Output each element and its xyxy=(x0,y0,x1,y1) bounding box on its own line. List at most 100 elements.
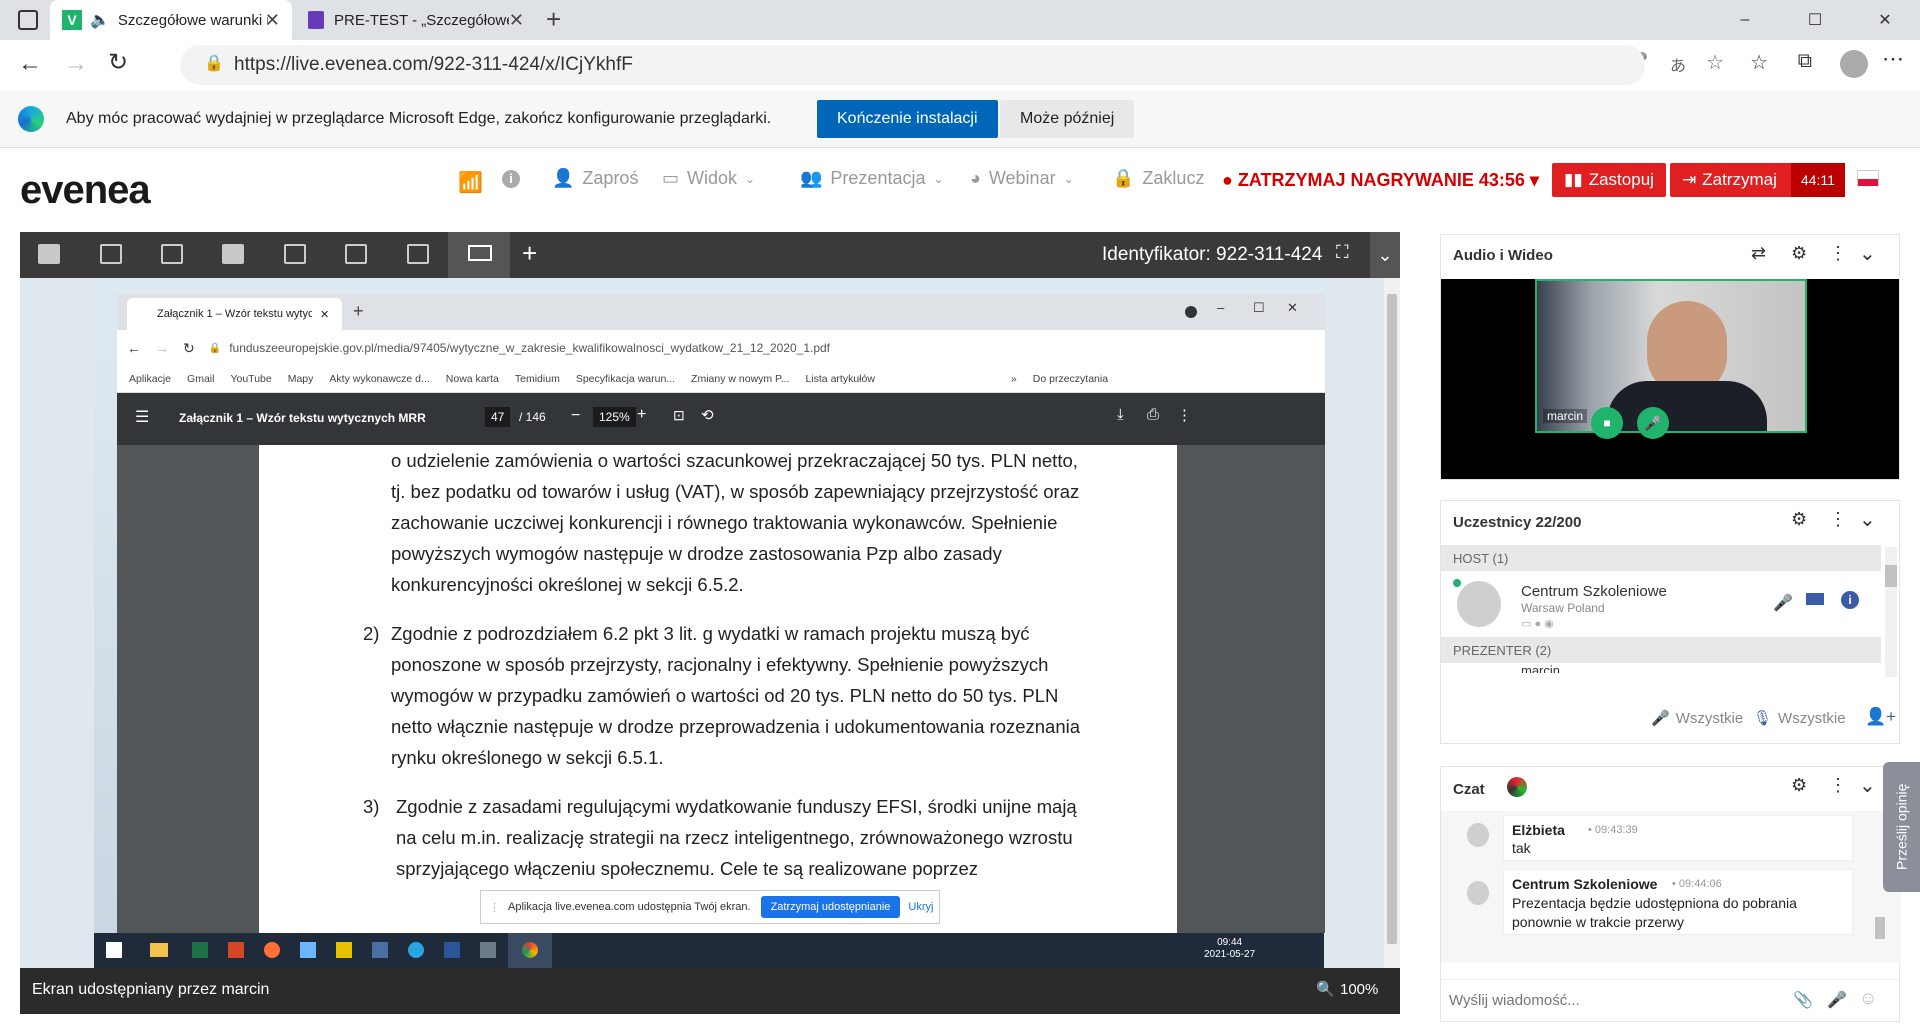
stage-scrollbar[interactable] xyxy=(1384,278,1400,968)
image-icon[interactable] xyxy=(284,244,306,264)
fullscreen-icon[interactable]: ⛶ xyxy=(1336,242,1349,263)
info-icon[interactable]: i xyxy=(502,170,520,188)
chevron-down-icon[interactable]: ⌄ xyxy=(1859,507,1876,532)
mute-all-button[interactable]: 🎤 Wszystkie xyxy=(1651,709,1744,728)
chevron-down-icon[interactable]: ⌄ xyxy=(1859,241,1876,266)
zoom-icon[interactable]: 🔍 xyxy=(1316,980,1335,998)
taskbar-clock: 09:44 2021-05-27 xyxy=(1204,937,1255,961)
more-icon[interactable]: ⋯ xyxy=(1882,46,1904,72)
bookmark: YouTube xyxy=(230,373,272,385)
presentation-menu[interactable]: 👥 Prezentacja ⌄ xyxy=(800,168,944,189)
banner-text: Aby móc pracować wydajniej w przeglądarc… xyxy=(66,110,772,127)
profile-avatar[interactable] xyxy=(1840,50,1868,78)
emoji-icon[interactable]: ☺ xyxy=(1859,988,1877,1009)
close-tab-icon[interactable]: ✕ xyxy=(509,10,524,31)
invite-menu[interactable]: 👤 Zaproś xyxy=(552,168,638,189)
emoji-status-icon[interactable] xyxy=(1507,777,1527,797)
mute-all-label: Wszystkie xyxy=(1675,709,1744,727)
add-slide-icon[interactable]: + xyxy=(522,238,537,269)
language-flag-pl[interactable] xyxy=(1857,170,1879,186)
online-indicator xyxy=(1453,579,1461,587)
finish-setup-button[interactable]: Kończenie instalacji xyxy=(817,100,998,138)
participant-row[interactable]: marcin xyxy=(1441,663,1881,673)
stop-session-button[interactable]: ⇥ Zatrzymaj 44:11 xyxy=(1670,163,1845,197)
favorite-add-icon[interactable]: ☆ xyxy=(1706,50,1724,75)
shared-by-label: Ekran udostępniany przez marcin xyxy=(32,981,270,998)
powerpoint-icon xyxy=(228,942,244,958)
back-icon[interactable]: ← xyxy=(18,50,42,78)
url-text: https://live.evenea.com/922-311-424/x/IC… xyxy=(234,54,633,75)
ppt-icon[interactable] xyxy=(38,244,60,264)
forward-icon[interactable]: → xyxy=(64,50,88,78)
webinar-menu[interactable]: ◕ Webinar ⌄ xyxy=(970,168,1074,189)
screen-share-tab[interactable] xyxy=(448,232,510,278)
mic-icon[interactable]: 🎤 xyxy=(1773,593,1793,613)
close-window-icon[interactable]: ✕ xyxy=(1850,10,1920,30)
stop-recording-button[interactable]: ● ZATRZYMAJ NAGRYWANIE 43:56 ▾ xyxy=(1222,170,1539,191)
bookmark: Temidium xyxy=(514,373,560,385)
chat-message-input[interactable] xyxy=(1449,984,1779,1016)
participants-scrollbar[interactable] xyxy=(1885,547,1897,677)
tab-evenea[interactable]: V 🔈 Szczegółowe warunki realiz ✕ xyxy=(50,0,292,40)
chevron-down-icon: ⌄ xyxy=(933,171,944,186)
favorites-icon[interactable]: ☆ xyxy=(1750,50,1768,75)
chevron-down-icon[interactable]: ⌄ xyxy=(1859,773,1876,798)
swap-icon[interactable]: ⇄ xyxy=(1751,243,1766,264)
monitor-icon xyxy=(468,245,492,261)
view-label: Widok xyxy=(687,168,738,188)
maybe-later-button[interactable]: Może później xyxy=(1000,100,1135,138)
image-icon[interactable] xyxy=(345,244,367,264)
device-icons: ▭ ● ◉ xyxy=(1521,618,1554,630)
presenter-body xyxy=(1607,381,1767,431)
speaker-icon[interactable]: 🔈 xyxy=(90,10,110,30)
host-section: HOST (1) xyxy=(1441,545,1881,571)
more-icon[interactable]: ⋮ xyxy=(1829,775,1847,796)
image-icon[interactable] xyxy=(161,244,183,264)
pdf-title: Załącznik 1 – Wzór tekstu wytycznych MRR xyxy=(179,411,426,425)
gear-icon[interactable]: ⚙ xyxy=(1791,509,1807,530)
minimize-icon[interactable]: – xyxy=(1710,11,1780,29)
scrollbar-thumb[interactable] xyxy=(1387,294,1397,944)
attach-icon[interactable]: 📎 xyxy=(1793,990,1813,1010)
message-time: • 09:44:06 xyxy=(1672,878,1722,890)
pdf-line: wymogów w przypadku zamówień o wartości … xyxy=(391,685,1059,706)
tab-actions-icon[interactable] xyxy=(18,10,38,30)
scrollbar-thumb[interactable] xyxy=(1885,565,1897,587)
lock-menu[interactable]: 🔒 Zaklucz xyxy=(1112,168,1204,189)
chevron-down-icon[interactable]: ⌄ xyxy=(1370,232,1400,278)
more-icon[interactable]: ⋮ xyxy=(1829,509,1847,530)
word-icon[interactable] xyxy=(222,244,244,264)
info-icon[interactable]: i xyxy=(1841,591,1859,609)
mic-toggle-icon[interactable]: 🎤 xyxy=(1637,407,1669,439)
gear-icon[interactable]: ⚙ xyxy=(1791,243,1807,264)
camera-icon[interactable] xyxy=(1806,593,1824,605)
new-tab-icon[interactable]: + xyxy=(546,4,561,35)
print-icon: ⎙ xyxy=(1147,406,1160,423)
url-field[interactable]: 🔒 https://live.evenea.com/922-311-424/x/… xyxy=(180,45,1645,85)
refresh-icon[interactable]: ↻ xyxy=(108,48,128,77)
lock-icon[interactable]: 🔒 xyxy=(204,53,224,73)
add-participant-icon[interactable]: 👤+ xyxy=(1865,707,1896,727)
bookmark: Mapy xyxy=(287,373,314,385)
scrollbar-thumb[interactable] xyxy=(1875,917,1885,939)
participant-row[interactable]: Centrum Szkoleniowe Warsaw Poland ▭ ● ◉ … xyxy=(1441,571,1881,637)
feedback-tab[interactable]: Prześlij opinię xyxy=(1883,762,1920,892)
image-icon[interactable] xyxy=(100,244,122,264)
more-icon[interactable]: ⋮ xyxy=(1829,243,1847,264)
maximize-icon[interactable]: ☐ xyxy=(1780,10,1850,30)
presenter-section: PREZENTER (2) xyxy=(1441,637,1881,663)
collections-icon[interactable]: ⧉ xyxy=(1798,50,1812,73)
camera-toggle-icon[interactable]: ■ xyxy=(1591,407,1623,439)
presenter-video[interactable]: marcin xyxy=(1535,279,1807,433)
shared-url: funduszeeuropejskie.gov.pl/media/97405/w… xyxy=(229,341,831,355)
close-tab-icon[interactable]: ✕ xyxy=(265,10,280,31)
tab-pretest[interactable]: PRE-TEST - „Szczegółowe warunl ✕ xyxy=(296,0,536,40)
mic-icon[interactable]: 🎤 xyxy=(1827,990,1847,1010)
view-menu[interactable]: ▭ Widok ⌄ xyxy=(662,168,755,189)
gear-icon[interactable]: ⚙ xyxy=(1791,775,1807,796)
replace-button[interactable]: ▮▮ Zastopuj xyxy=(1552,163,1666,197)
excel-icon xyxy=(192,942,208,958)
hands-all-button[interactable]: 🎙 Wszystkie xyxy=(1753,709,1846,728)
image-icon[interactable] xyxy=(407,244,429,264)
translate-icon[interactable]: あ xyxy=(1670,52,1686,76)
